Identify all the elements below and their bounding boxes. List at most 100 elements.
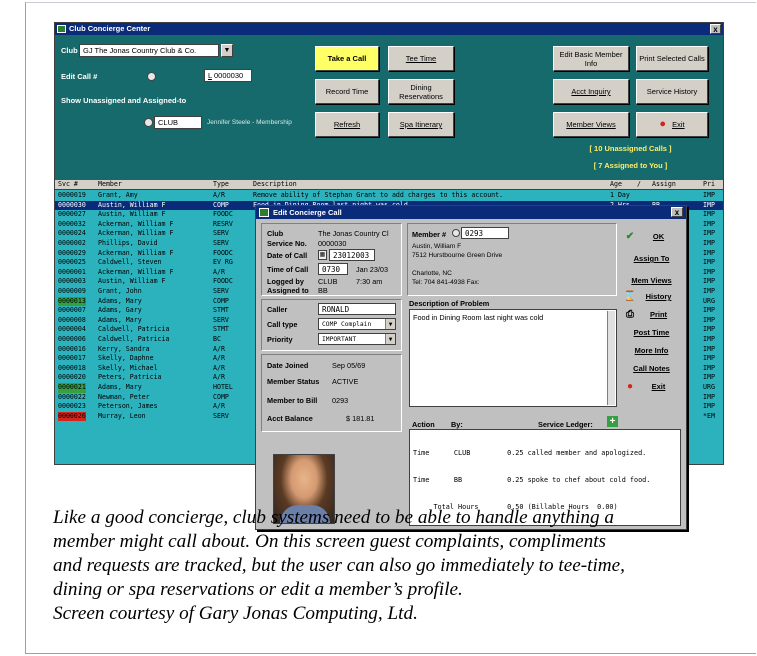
cell-svc: 0000027: [58, 210, 86, 219]
cell-type: A/R: [213, 191, 225, 199]
cell-svc: 0000030: [58, 200, 86, 209]
member-views-button[interactable]: Member Views: [553, 112, 629, 137]
col-svc[interactable]: Svc #: [58, 180, 78, 190]
caller-panel: Caller RONALD Call type COMP Complain ▼ …: [261, 299, 402, 351]
cell-svc: 0000032: [58, 219, 86, 228]
cell-member: Newman, Peter: [98, 392, 150, 401]
lookup-icon[interactable]: [147, 72, 156, 81]
cell-type: STMT: [213, 325, 229, 334]
cell-age: 1 Day: [610, 191, 630, 199]
cell-member: Phillips, David: [98, 239, 158, 247]
edit-call-lookup-button[interactable]: L: [208, 71, 212, 80]
assigned-value-d: BB: [318, 286, 328, 295]
date-field[interactable]: 23012003: [329, 249, 375, 261]
member-panel: Member # 0293 Austin, William F 7512 Hur…: [407, 223, 617, 296]
stop-icon: ●: [626, 381, 634, 392]
figure-caption: Like a good concierge, club systems need…: [53, 506, 733, 626]
table-row[interactable]: 0000019 Grant, Amy A/R Remove ability of St…: [55, 191, 723, 201]
col-priority[interactable]: Pri: [703, 180, 715, 190]
club-value-d: The Jonas Country Cl: [318, 229, 389, 238]
window-title: Club Concierge Center: [69, 24, 151, 33]
dining-label: Dining Reservations: [399, 82, 443, 101]
edit-member-info-button[interactable]: Edit Basic Member Info: [553, 46, 629, 71]
assign-to-label: Assign To: [633, 254, 670, 263]
club-label: Club: [61, 46, 78, 55]
more-info-button[interactable]: More Info: [623, 342, 680, 359]
member-field[interactable]: 0293: [461, 227, 509, 239]
ok-button[interactable]: ✔ OK: [623, 228, 680, 245]
cell-type: STMT: [213, 306, 229, 315]
col-age[interactable]: Age: [610, 180, 622, 190]
description-value: Food in Dining Room last night was cold: [413, 313, 544, 322]
assigned-to-field[interactable]: CLUB: [154, 116, 202, 129]
cell-pri: URG: [703, 296, 715, 305]
refresh-button[interactable]: Refresh: [315, 112, 379, 137]
cell-svc: 0000008: [58, 315, 86, 324]
call-type-dropdown-icon[interactable]: ▼: [385, 319, 395, 329]
calendar-icon[interactable]: ▦: [318, 250, 327, 260]
service-history-button[interactable]: Service History: [636, 79, 708, 104]
col-assign[interactable]: Assign: [652, 180, 676, 190]
post-time-button[interactable]: Post Time: [623, 324, 680, 341]
member-lookup-icon[interactable]: [452, 229, 460, 237]
history-button[interactable]: ⌛ History: [623, 288, 680, 305]
mem-views-button[interactable]: Mem Views: [623, 272, 680, 289]
col-type[interactable]: Type: [213, 180, 229, 190]
col-member[interactable]: Member: [98, 180, 122, 190]
caller-field[interactable]: RONALD: [318, 303, 396, 315]
status-label: Member Status: [267, 377, 320, 386]
cell-pri: IMP: [703, 210, 715, 219]
logged-time: 7:30 am: [356, 277, 383, 286]
spa-label: Spa Itinerary: [399, 120, 443, 129]
cell-type: A/R: [213, 373, 225, 382]
cell-member: Skelly, Michael: [98, 363, 158, 372]
spa-itinerary-button[interactable]: Spa Itinerary: [388, 112, 454, 137]
dialog-side-buttons: ✔ OK Assign To Mem Views ⌛ History ⎙ Print …: [623, 228, 683, 428]
cell-member: Adams, Mary: [98, 315, 142, 324]
call-info-panel: Club The Jonas Country Cl Service No. 00…: [261, 223, 402, 296]
cell-member: Ackerman, William F: [98, 248, 174, 257]
assigned-to-value: CLUB: [158, 118, 179, 127]
tee-time-button[interactable]: Tee Time: [388, 46, 454, 71]
print-selected-calls-button[interactable]: Print Selected Calls: [636, 46, 708, 71]
acct-inquiry-button[interactable]: Acct Inquiry: [553, 79, 629, 104]
assigned-lookup-icon[interactable]: [144, 118, 153, 127]
description-scrollbar[interactable]: [607, 311, 615, 405]
cell-member: Ackerman, William F: [98, 267, 174, 276]
record-time-button[interactable]: Record Time: [315, 79, 379, 104]
exit-button[interactable]: ● Exit: [636, 112, 708, 137]
assign-to-button[interactable]: Assign To: [623, 250, 680, 267]
club-label-d: Club: [267, 229, 284, 238]
time-field[interactable]: 0730: [318, 263, 348, 275]
edit-call-field[interactable]: L 0000030: [204, 69, 252, 82]
cell-type: FOODC: [213, 248, 233, 257]
col-description[interactable]: Description: [253, 180, 297, 190]
take-call-button[interactable]: Take a Call: [315, 46, 379, 71]
print-label: Print: [649, 310, 668, 319]
dialog-exit-button[interactable]: ● Exit: [623, 378, 680, 395]
call-type-select[interactable]: COMP Complain ▼: [318, 318, 396, 330]
print-button[interactable]: ⎙ Print: [623, 306, 680, 323]
cell-type: HOTEL: [213, 383, 233, 391]
cell-svc: 0000004: [58, 325, 86, 334]
exit-stop-icon: ●: [659, 118, 667, 130]
ledger-row: Time BB 0.25 spoke to chef about cold fo…: [413, 476, 651, 484]
cell-type: A/R: [213, 363, 225, 372]
close-icon[interactable]: x: [710, 24, 721, 34]
dining-reservations-button[interactable]: Dining Reservations: [388, 79, 454, 104]
club-down-arrow-icon[interactable]: ▼: [221, 44, 233, 57]
cell-member: Caldwell, Patricia: [98, 335, 170, 343]
club-select[interactable]: GJ The Jonas Country Club & Co.: [79, 44, 219, 57]
acct-inquiry-label: Acct Inquiry: [571, 87, 611, 96]
cell-type: EV RG: [213, 258, 233, 267]
call-notes-button[interactable]: Call Notes: [623, 360, 680, 377]
add-ledger-icon[interactable]: +: [607, 416, 618, 427]
cell-member: Kerry, Sandra: [98, 344, 150, 353]
dialog-exit-label: Exit: [651, 382, 666, 391]
description-textarea[interactable]: Food in Dining Room last night was cold: [409, 309, 617, 407]
call-type-label: Call type: [267, 320, 298, 329]
caption-line: member might call about. On this screen …: [53, 531, 606, 552]
priority-select[interactable]: IMPORTANT ▼: [318, 333, 396, 345]
dialog-close-icon[interactable]: x: [671, 207, 683, 217]
priority-dropdown-icon[interactable]: ▼: [385, 334, 395, 344]
